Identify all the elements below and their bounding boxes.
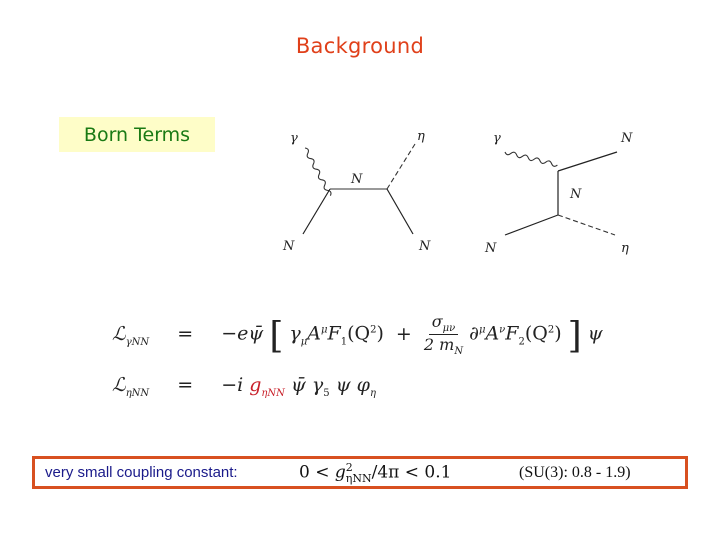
prefactor: −eψ̄ bbox=[221, 322, 264, 345]
label-eta: η bbox=[621, 241, 629, 256]
lhs: ℒγNN bbox=[112, 322, 150, 348]
label-gamma: γ bbox=[290, 131, 298, 146]
equals-sign: = bbox=[177, 374, 194, 396]
coupling-inequality: 0 < g 2 ηNN/4π < 0.1 bbox=[299, 461, 452, 485]
label-n-in: N bbox=[484, 241, 497, 256]
coupling-label: very small coupling constant: bbox=[45, 464, 238, 481]
su3-note: (SU(3): 0.8 - 1.9) bbox=[519, 464, 631, 481]
feynman-diagram-u-channel: γ N N N η bbox=[475, 120, 645, 260]
lhs: ℒηNN bbox=[112, 374, 150, 399]
section-label: Born Terms bbox=[83, 123, 191, 146]
label-propagator: N bbox=[350, 172, 363, 187]
label-propagator: N bbox=[569, 187, 582, 202]
equation-gamma-nn: ℒγNN = −eψ̄ [ γμAμF1(Q2) + σμν 2 mN ∂μAν… bbox=[112, 312, 603, 358]
label-gamma: γ bbox=[493, 131, 501, 146]
label-eta: η bbox=[417, 129, 425, 144]
left-bracket: [ bbox=[269, 315, 284, 357]
photon-line bbox=[504, 151, 558, 167]
feynman-diagram-s-channel: γ η N N N bbox=[275, 120, 445, 260]
nucleon-out-line bbox=[557, 151, 618, 172]
nucleon-out-line bbox=[386, 188, 414, 235]
eta-dashed-line bbox=[557, 214, 616, 236]
nucleon-in-line bbox=[302, 188, 331, 235]
coupling-constant-box: very small coupling constant: 0 < g 2 ηNN /… bbox=[32, 456, 688, 489]
label-n-top: N bbox=[620, 131, 633, 146]
photon-line bbox=[304, 147, 332, 196]
page-title: Background bbox=[295, 34, 425, 58]
right-bracket: ] bbox=[567, 315, 582, 357]
label-n-in: N bbox=[282, 239, 295, 254]
equals-sign: = bbox=[177, 322, 194, 345]
label-n-out: N bbox=[418, 239, 431, 254]
equation-eta-nn: ℒηNN = −i gηNN ψ̄ γ5 ψ φη bbox=[112, 374, 376, 399]
nucleon-in-line bbox=[504, 214, 559, 236]
section-label-box: Born Terms bbox=[59, 117, 215, 152]
fraction: σμν 2 mN bbox=[423, 312, 464, 358]
eta-dashed-line bbox=[386, 143, 416, 190]
coupling-constant: gηNN bbox=[249, 374, 285, 399]
